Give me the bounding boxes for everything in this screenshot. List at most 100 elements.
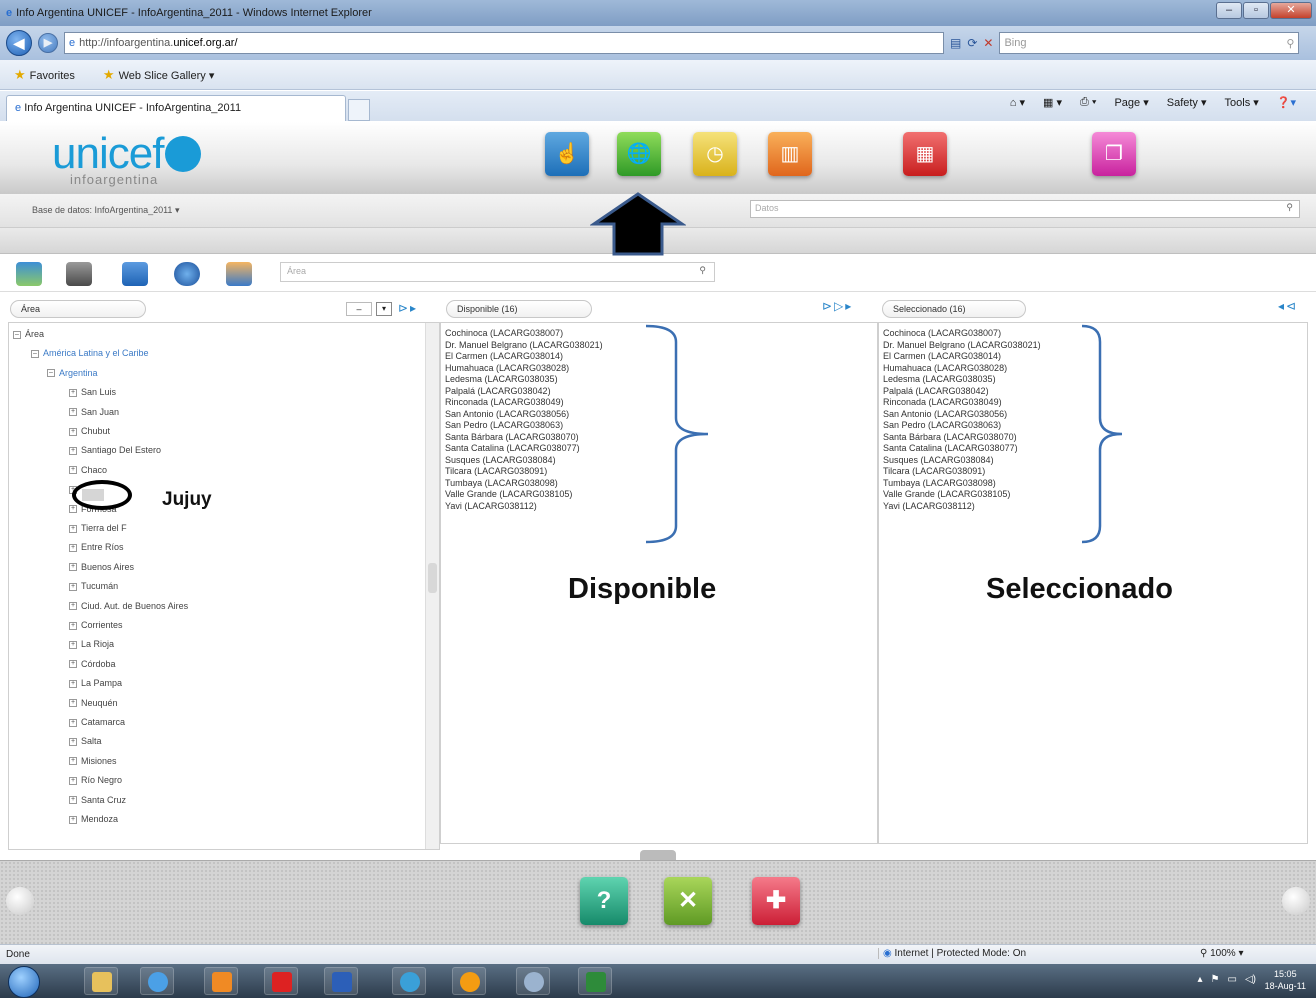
refresh-icon[interactable]: ⟳ — [967, 36, 977, 50]
favorites-button[interactable]: ★ Favorites — [14, 67, 75, 83]
tools-menu[interactable]: Tools ▾ — [1225, 96, 1259, 109]
list-item[interactable]: Susques (LACARG038084) — [445, 455, 603, 467]
tree-item[interactable]: + Salta — [69, 736, 102, 746]
expand-toggle-icon[interactable]: + — [69, 757, 77, 766]
list-item[interactable]: Tumbaya (LACARG038098) — [883, 478, 1041, 490]
page-menu[interactable]: Page ▾ — [1114, 96, 1148, 109]
database-selector[interactable]: Base de datos: InfoArgentina_2011 ▾ — [32, 205, 179, 216]
expand-toggle-icon[interactable]: + — [69, 641, 77, 650]
expand-toggle-icon[interactable]: + — [69, 660, 77, 669]
lifebuoy-icon[interactable]: ✚ — [752, 877, 800, 925]
safety-menu[interactable]: Safety ▾ — [1167, 96, 1207, 109]
taskbar-paint[interactable] — [516, 967, 550, 995]
list-item[interactable]: San Antonio (LACARG038056) — [445, 409, 603, 421]
list-item[interactable]: San Pedro (LACARG038063) — [883, 420, 1041, 432]
list-item[interactable]: Tilcara (LACARG038091) — [445, 466, 603, 478]
compat-icon[interactable]: ▤ — [950, 36, 961, 50]
network-icon[interactable]: ▭ — [1228, 974, 1237, 985]
flag-icon[interactable]: ⚑ — [1211, 974, 1220, 985]
taskbar-media[interactable] — [204, 967, 238, 995]
search-icon[interactable]: ⚲ — [1286, 202, 1293, 213]
new-tab-button[interactable] — [348, 99, 370, 121]
list-item[interactable]: Cochinoca (LACARG038007) — [883, 328, 1041, 340]
search-icon[interactable]: ⚲ — [1286, 37, 1294, 50]
zoom-level[interactable]: ⚲ 100% ▾ — [1200, 948, 1243, 959]
tree-item[interactable]: + Neuquén — [69, 698, 118, 708]
datos-search-input[interactable]: Datos ⚲ — [750, 200, 1300, 218]
list-item[interactable]: Santa Catalina (LACARG038077) — [445, 443, 603, 455]
tree-item[interactable]: – América Latina y el Caribe — [31, 348, 149, 358]
tree-item[interactable]: + Ciud. Aut. de Buenos Aires — [69, 601, 188, 611]
add-all-arrows[interactable]: ⊳▸ — [398, 301, 418, 315]
tree-item[interactable]: + La Rioja — [69, 639, 114, 649]
list-item[interactable]: Palpalá (LACARG038042) — [883, 386, 1041, 398]
tree-item[interactable]: + Mendoza — [69, 814, 118, 824]
list-item[interactable]: El Carmen (LACARG038014) — [445, 351, 603, 363]
web-slice-gallery[interactable]: ★ Web Slice Gallery ▾ — [103, 67, 214, 83]
level-dropdown[interactable]: – — [346, 302, 372, 316]
collapse-toggle-icon[interactable]: – — [31, 350, 39, 359]
list-item[interactable]: Palpalá (LACARG038042) — [445, 386, 603, 398]
taskbar-excel[interactable] — [578, 967, 612, 995]
taskbar-acrobat[interactable] — [264, 967, 298, 995]
list-item[interactable]: Santa Bárbara (LACARG038070) — [445, 432, 603, 444]
expand-toggle-icon[interactable]: + — [69, 699, 77, 708]
tree-item[interactable]: + Chaco — [69, 465, 107, 475]
tree-item[interactable]: + Misiones — [69, 756, 117, 766]
list-item[interactable]: Humahuaca (LACARG038028) — [883, 363, 1041, 375]
expand-toggle-icon[interactable]: + — [69, 544, 77, 553]
move-left-arrows[interactable]: ◂⊲ — [1278, 299, 1298, 313]
list-item[interactable]: Humahuaca (LACARG038028) — [445, 363, 603, 375]
tree-item[interactable]: + Córdoba — [69, 659, 116, 669]
tree-item[interactable]: + La Pampa — [69, 678, 122, 688]
tree-item[interactable]: + Tierra del F — [69, 523, 127, 533]
expand-toggle-icon[interactable]: + — [69, 718, 77, 727]
search-icon[interactable]: ⚲ — [699, 265, 706, 276]
expand-toggle-icon[interactable]: + — [69, 505, 77, 514]
help-icon[interactable]: ? — [580, 877, 628, 925]
taskbar-explorer[interactable] — [84, 967, 118, 995]
expand-toggle-icon[interactable]: + — [69, 815, 77, 824]
tools-icon[interactable]: ✕ — [664, 877, 712, 925]
expand-toggle-icon[interactable]: + — [69, 466, 77, 475]
collapse-toggle-icon[interactable]: – — [13, 330, 21, 339]
list-item[interactable]: Cochinoca (LACARG038007) — [445, 328, 603, 340]
list-item[interactable]: Tilcara (LACARG038091) — [883, 466, 1041, 478]
expand-toggle-icon[interactable]: + — [69, 388, 77, 397]
expand-toggle-icon[interactable]: + — [69, 602, 77, 611]
tree-item[interactable]: + Entre Ríos — [69, 542, 124, 552]
taskbar-app-orange[interactable] — [452, 967, 486, 995]
collapse-handle[interactable] — [640, 850, 676, 860]
grid-icon[interactable]: ▦ — [903, 132, 947, 176]
tree-item[interactable]: + Buenos Aires — [69, 562, 134, 572]
list-item[interactable]: Yavi (LACARG038112) — [883, 501, 1041, 513]
volume-icon[interactable]: ◁) — [1245, 974, 1256, 985]
expand-toggle-icon[interactable]: + — [69, 524, 77, 533]
help-icon[interactable]: ❓▾ — [1277, 96, 1296, 109]
area-dropdown[interactable]: Área — [10, 300, 146, 318]
tree-item[interactable]: + Tucumán — [69, 581, 118, 591]
tree-item[interactable]: + San Juan — [69, 407, 119, 417]
tray-arrow-icon[interactable]: ▴ — [1198, 974, 1203, 985]
globe-area-icon[interactable]: 🌐 — [617, 132, 661, 176]
list-item[interactable]: Ledesma (LACARG038035) — [445, 374, 603, 386]
list-item[interactable]: Rinconada (LACARG038049) — [445, 397, 603, 409]
feeds-icon[interactable]: ▦ ▾ — [1043, 96, 1062, 109]
maximize-button[interactable]: ▫ — [1243, 2, 1269, 19]
list-item[interactable]: Rinconada (LACARG038049) — [883, 397, 1041, 409]
expand-toggle-icon[interactable]: + — [69, 427, 77, 436]
expand-toggle-icon[interactable]: + — [69, 408, 77, 417]
expand-toggle-icon[interactable]: + — [69, 447, 77, 456]
forward-button[interactable]: ▶ — [38, 33, 58, 53]
list-item[interactable]: San Pedro (LACARG038063) — [445, 420, 603, 432]
tree-item[interactable]: + Catamarca — [69, 717, 125, 727]
list-item[interactable]: Tumbaya (LACARG038098) — [445, 478, 603, 490]
expand-toggle-icon[interactable]: + — [69, 621, 77, 630]
scroll-left-button[interactable] — [6, 887, 34, 915]
list-item[interactable]: Ledesma (LACARG038035) — [883, 374, 1041, 386]
open-data-icon[interactable] — [16, 262, 42, 286]
search-input[interactable]: Bing ⚲ — [999, 32, 1300, 54]
list-item[interactable]: Dr. Manuel Belgrano (LACARG038021) — [883, 340, 1041, 352]
expand-toggle-icon[interactable]: + — [69, 563, 77, 572]
tree-item[interactable]: + Chubut — [69, 426, 110, 436]
